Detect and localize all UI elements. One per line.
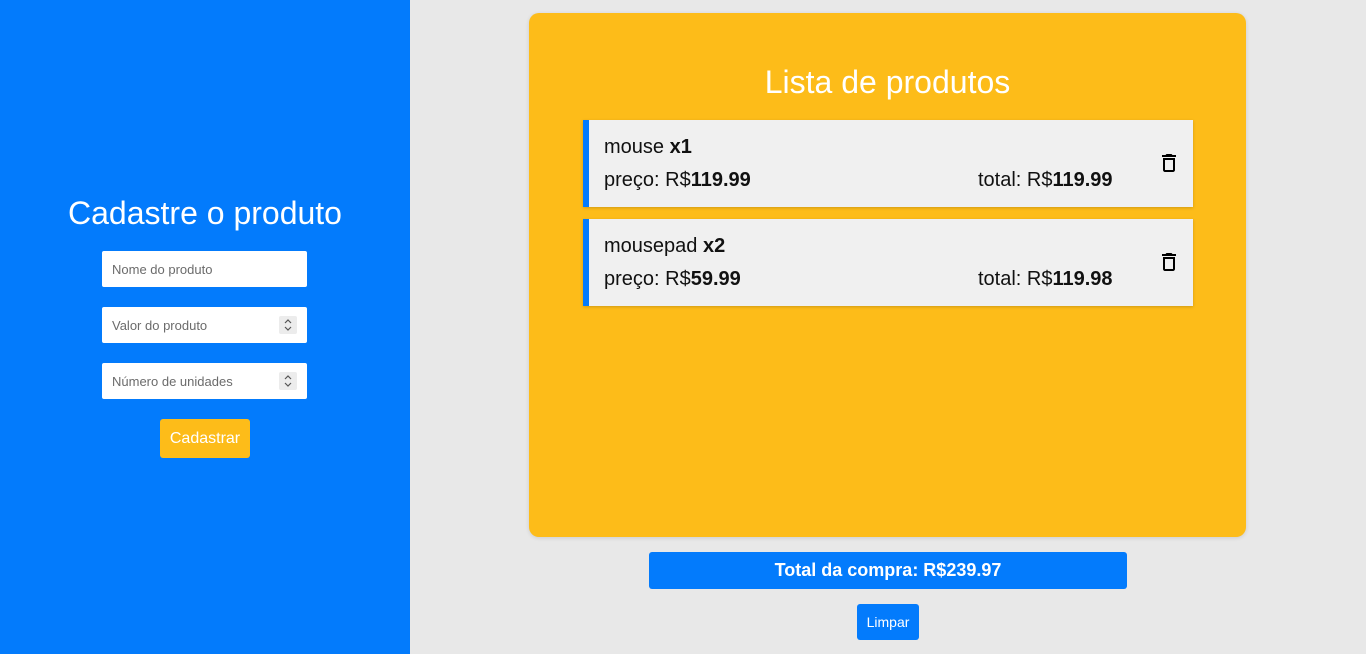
- item-total: total: R$119.98: [978, 267, 1113, 291]
- item-total: total: R$119.99: [978, 168, 1113, 192]
- item-price: preço: R$119.99: [604, 168, 751, 192]
- item-name-text: mouse: [604, 136, 665, 158]
- list-title: Lista de produtos: [764, 64, 1011, 100]
- item-name: mousepad x2: [604, 234, 725, 258]
- stepper-arrows-icon: [284, 319, 292, 331]
- list-item: mouse x1 preço: R$119.99 total: R$119.99: [583, 120, 1193, 207]
- product-name-input[interactable]: [102, 251, 307, 287]
- clear-button[interactable]: Limpar: [857, 604, 919, 640]
- total-value: 119.98: [1052, 268, 1113, 290]
- price-value: 119.99: [690, 169, 751, 191]
- product-units-input[interactable]: [102, 363, 307, 399]
- purchase-total: Total da compra: R$239.97: [649, 552, 1127, 589]
- value-stepper[interactable]: [279, 316, 297, 334]
- register-button[interactable]: Cadastrar: [160, 419, 250, 458]
- item-price: preço: R$59.99: [604, 267, 741, 291]
- product-value-field[interactable]: [102, 307, 307, 343]
- price-value: 59.99: [690, 268, 741, 290]
- form-title: Cadastre o produto: [68, 195, 342, 231]
- total-label: total: R$: [978, 268, 1053, 290]
- item-name-text: mousepad: [604, 235, 698, 257]
- list-item: mousepad x2 preço: R$59.99 total: R$119.…: [583, 219, 1193, 306]
- product-form-sidebar: Cadastre o produto Cadastrar: [0, 0, 410, 654]
- total-label: total: R$: [978, 169, 1053, 191]
- total-value: 119.99: [1052, 169, 1113, 191]
- item-quantity: x2: [702, 235, 726, 257]
- product-units-field[interactable]: [102, 363, 307, 399]
- trash-icon[interactable]: [1157, 151, 1181, 175]
- item-name: mouse x1: [604, 135, 692, 159]
- price-label: preço: R$: [604, 268, 691, 290]
- trash-icon[interactable]: [1157, 250, 1181, 274]
- product-name-field[interactable]: [102, 251, 307, 287]
- price-label: preço: R$: [604, 169, 691, 191]
- product-list-panel: Lista de produtos mouse x1 preço: R$119.…: [529, 13, 1246, 537]
- product-value-input[interactable]: [102, 307, 307, 343]
- stepper-arrows-icon: [284, 375, 292, 387]
- item-quantity: x1: [669, 136, 692, 158]
- units-stepper[interactable]: [279, 372, 297, 390]
